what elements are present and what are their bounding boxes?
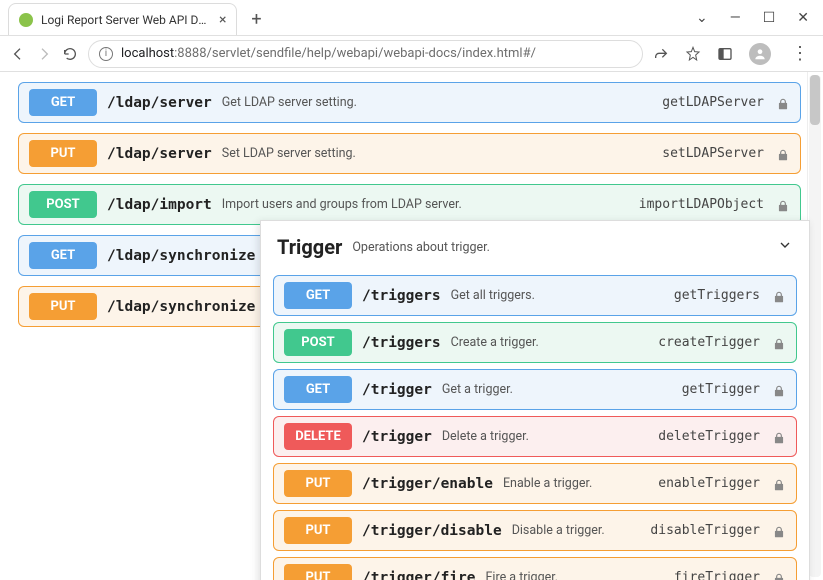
api-description: Enable a trigger.: [503, 476, 592, 491]
back-button[interactable]: [10, 46, 26, 62]
lock-icon[interactable]: [772, 336, 786, 350]
site-info-icon[interactable]: i: [99, 47, 113, 61]
api-operation-row[interactable]: PUT/trigger/enable Enable a trigger. enabl…: [273, 463, 797, 504]
api-operation-row[interactable]: POST/ldap/import Import users and groups …: [18, 184, 801, 225]
new-tab-button[interactable]: +: [243, 6, 269, 32]
browser-tab[interactable]: Logi Report Server Web API Doc ×: [8, 3, 237, 35]
scrollbar-track[interactable]: [809, 75, 821, 577]
lock-icon[interactable]: [772, 524, 786, 538]
api-operation-row[interactable]: POST/triggers Create a trigger. createTrig…: [273, 322, 797, 363]
operation-id: getTriggers: [674, 288, 760, 303]
lock-icon[interactable]: [772, 383, 786, 397]
minimize-button[interactable]: —: [730, 10, 741, 26]
api-path: /trigger: [362, 429, 432, 445]
side-panel-icon[interactable]: [717, 46, 733, 62]
http-method-badge: DELETE: [284, 423, 352, 450]
api-path: /ldap/synchronize: [107, 299, 255, 315]
operation-id: fireTrigger: [674, 570, 760, 580]
operation-id: createTrigger: [658, 335, 760, 350]
lock-icon[interactable]: [776, 147, 790, 161]
trigger-group-panel: Trigger Operations about trigger. GET/tr…: [260, 220, 810, 580]
api-description: Fire a trigger.: [486, 570, 559, 580]
tab-title: Logi Report Server Web API Doc: [41, 13, 211, 27]
api-description: Get a trigger.: [442, 382, 513, 397]
scrollbar-thumb[interactable]: [810, 75, 820, 125]
api-path: /ldap/synchronize: [107, 248, 255, 264]
operation-id: enableTrigger: [658, 476, 760, 491]
profile-avatar[interactable]: [749, 43, 771, 65]
api-path: /trigger: [362, 382, 432, 398]
lock-icon[interactable]: [776, 198, 790, 212]
api-path: /trigger/fire: [362, 570, 476, 580]
url-text: localhost:8888/servlet/sendfile/help/web…: [121, 46, 536, 61]
api-operation-row[interactable]: PUT/trigger/disable Disable a trigger. dis…: [273, 510, 797, 551]
operation-id: setLDAPServer: [662, 146, 764, 161]
operation-id: deleteTrigger: [658, 429, 760, 444]
group-subtitle: Operations about trigger.: [352, 240, 490, 255]
api-path: /trigger/disable: [362, 523, 502, 539]
operation-id: getLDAPServer: [662, 95, 764, 110]
lock-icon[interactable]: [776, 96, 790, 110]
chevron-down-icon[interactable]: [777, 237, 793, 257]
api-operation-row[interactable]: GET/triggers Get all triggers. getTriggers: [273, 275, 797, 316]
http-method-badge: GET: [29, 89, 97, 116]
http-method-badge: GET: [284, 376, 352, 403]
close-icon[interactable]: ×: [219, 12, 226, 28]
tab-favicon: [19, 13, 33, 27]
group-header[interactable]: Trigger Operations about trigger.: [269, 229, 801, 269]
api-description: Set LDAP server setting.: [222, 146, 356, 161]
browser-toolbar: i localhost:8888/servlet/sendfile/help/w…: [0, 36, 823, 72]
close-window-button[interactable]: ✕: [797, 10, 809, 26]
api-path: /triggers: [362, 288, 441, 304]
browser-titlebar: Logi Report Server Web API Doc × + ⌄ — ☐…: [0, 0, 823, 36]
api-description: Delete a trigger.: [442, 429, 529, 444]
window-controls: ⌄ — ☐ ✕: [682, 0, 823, 35]
lock-icon[interactable]: [772, 477, 786, 491]
lock-icon[interactable]: [772, 430, 786, 444]
api-description: Import users and groups from LDAP server…: [222, 197, 462, 212]
chevron-down-icon[interactable]: ⌄: [696, 10, 708, 26]
api-operation-row[interactable]: PUT/trigger/fire Fire a trigger. fireTrigg…: [273, 557, 797, 580]
operation-id: disableTrigger: [650, 523, 760, 538]
operation-id: getTrigger: [682, 382, 760, 397]
http-method-badge: PUT: [284, 517, 352, 544]
address-bar[interactable]: i localhost:8888/servlet/sendfile/help/w…: [88, 40, 643, 68]
browser-menu-button[interactable]: ⋮: [787, 43, 813, 64]
http-method-badge: POST: [284, 329, 352, 356]
api-operation-row[interactable]: GET/ldap/server Get LDAP server setting. g…: [18, 82, 801, 123]
http-method-badge: PUT: [284, 564, 352, 580]
group-operations-list: GET/triggers Get all triggers. getTriggers…: [269, 275, 801, 580]
api-path: /triggers: [362, 335, 441, 351]
http-method-badge: PUT: [284, 470, 352, 497]
http-method-badge: GET: [284, 282, 352, 309]
api-description: Create a trigger.: [451, 335, 539, 350]
http-method-badge: POST: [29, 191, 97, 218]
share-icon[interactable]: [653, 46, 669, 62]
api-path: /trigger/enable: [362, 476, 493, 492]
api-description: Disable a trigger.: [512, 523, 605, 538]
maximize-button[interactable]: ☐: [763, 10, 776, 26]
lock-icon[interactable]: [772, 289, 786, 303]
page-content: GET/ldap/server Get LDAP server setting. g…: [0, 72, 823, 580]
forward-button[interactable]: [36, 46, 52, 62]
http-method-badge: PUT: [29, 293, 97, 320]
api-description: Get LDAP server setting.: [222, 95, 357, 110]
http-method-badge: GET: [29, 242, 97, 269]
operation-id: importLDAPObject: [639, 197, 764, 212]
api-path: /ldap/server: [107, 146, 212, 162]
api-path: /ldap/import: [107, 197, 212, 213]
api-path: /ldap/server: [107, 95, 212, 111]
api-operation-row[interactable]: PUT/ldap/server Set LDAP server setting. s…: [18, 133, 801, 174]
api-operation-row[interactable]: GET/trigger Get a trigger. getTrigger: [273, 369, 797, 410]
api-description: Get all triggers.: [451, 288, 535, 303]
group-title: Trigger: [277, 235, 342, 259]
api-operation-row[interactable]: DELETE/trigger Delete a trigger. deleteTri…: [273, 416, 797, 457]
http-method-badge: PUT: [29, 140, 97, 167]
lock-icon[interactable]: [772, 571, 786, 580]
bookmark-icon[interactable]: [685, 46, 701, 62]
reload-button[interactable]: [62, 46, 78, 62]
